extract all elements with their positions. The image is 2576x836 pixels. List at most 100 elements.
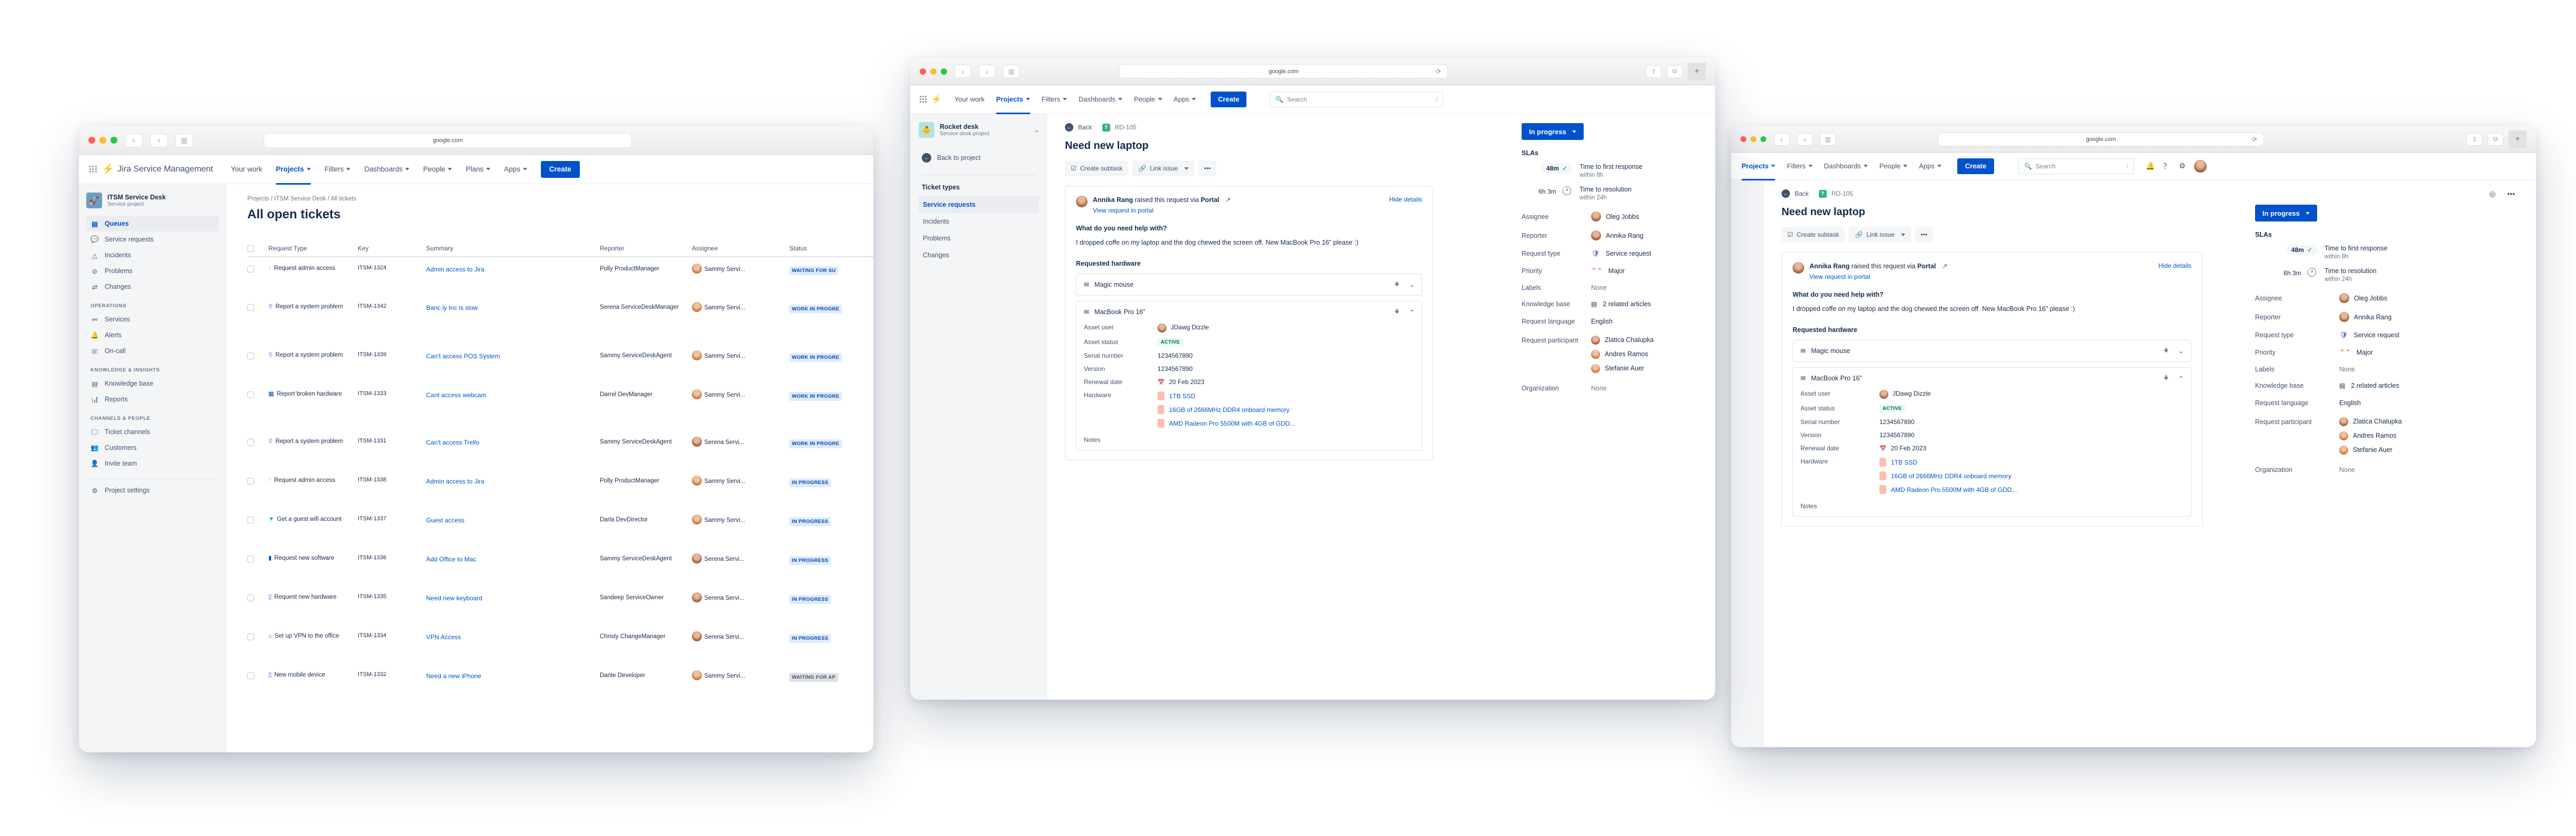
avatar[interactable]: [2193, 159, 2207, 173]
field-value[interactable]: 2 related articles: [2351, 382, 2399, 389]
sidebar-item-incidents[interactable]: △ Incidents: [86, 247, 219, 263]
cell-summary[interactable]: Admin access to Jira: [426, 257, 600, 296]
nav-item-apps[interactable]: Apps: [1174, 95, 1196, 103]
minimize-window-button[interactable]: [1750, 136, 1756, 142]
cell-key[interactable]: ITSM-1331: [358, 430, 426, 469]
summary-link[interactable]: Guest access: [426, 517, 465, 524]
table-row[interactable]: ↑ Request admin access ITSM-1338 Admin ac…: [247, 469, 873, 508]
nav-item-projects[interactable]: Projects: [1742, 153, 1776, 180]
minimize-window-button[interactable]: [930, 68, 937, 75]
address-bar[interactable]: google.com ⟳: [1119, 64, 1448, 78]
cell-summary[interactable]: Admin access to Jira: [426, 469, 600, 508]
row-checkbox-cell[interactable]: [247, 430, 268, 469]
sidebar-item-on-call[interactable]: ☏ On-call: [86, 343, 219, 359]
create-subtask-button[interactable]: ☑ Create subtask: [1065, 160, 1129, 176]
nav-item-your-work[interactable]: Your work: [954, 95, 984, 103]
nav-item-dashboards[interactable]: Dashboards: [1079, 95, 1123, 103]
asset-card-macbook-pro[interactable]: ✉ MacBook Pro 16” ⚘ ⌃ Asset user JDawg D…: [1076, 301, 1422, 451]
cell-summary[interactable]: Banc.ly Inc is slow: [426, 296, 600, 344]
view-request-in-portal-link[interactable]: View request in portal: [1809, 273, 2153, 280]
asset-card-macbook-pro[interactable]: ✉ MacBook Pro 16” ⚘ ⌃ Asset user JDawg D…: [1793, 367, 2191, 517]
hardware-label[interactable]: AMD Radeon Pro 5500M with 4GB of GDD...: [1891, 486, 2017, 493]
hardware-item[interactable]: AMD Radeon Pro 5500M with 4GB of GDD...: [1879, 485, 2017, 495]
chevron-up-icon[interactable]: ⌃: [2179, 375, 2183, 382]
row-checkbox-cell[interactable]: [247, 508, 268, 547]
participant-item[interactable]: Zlatica Chalupka: [1591, 335, 1654, 345]
summary-link[interactable]: VPN Access: [426, 633, 461, 641]
summary-link[interactable]: Add Office to Mac: [426, 556, 476, 563]
cell-summary[interactable]: Add Office to Mac: [426, 547, 600, 586]
forward-nav-button[interactable]: ›: [979, 65, 995, 78]
tabs-overview-icon[interactable]: ⧉: [1667, 65, 1683, 78]
sidebar-item-incidents[interactable]: Incidents: [919, 213, 1039, 230]
row-checkbox-cell[interactable]: [247, 469, 268, 508]
sidebar-item-problems[interactable]: ⊘ Problems: [86, 263, 219, 279]
cell-key[interactable]: ITSM-1342: [358, 296, 426, 344]
participant-item[interactable]: Andres Ramos: [1591, 349, 1654, 359]
field-value[interactable]: None: [1591, 284, 1607, 291]
asset-card-magic-mouse[interactable]: ✉ Magic mouse ⚘ ⌄: [1076, 274, 1422, 296]
row-checkbox-cell[interactable]: [247, 547, 268, 586]
link-issue-button[interactable]: 🔗 Link issue: [1132, 160, 1194, 176]
table-row[interactable]: ↑ Request admin access ITSM-1324 Admin ac…: [247, 257, 873, 296]
forward-nav-button[interactable]: ›: [1797, 133, 1813, 146]
hardware-item[interactable]: 1TB SSD: [1879, 458, 2017, 467]
maximize-window-button[interactable]: [1760, 136, 1766, 142]
search-input[interactable]: 🔍 Search /: [2018, 158, 2134, 174]
back-nav-button[interactable]: ‹: [1774, 133, 1789, 146]
asset-graph-icon[interactable]: ⚘: [1394, 308, 1400, 316]
sidebar-item-ticket-channels[interactable]: 🖵 Ticket channels: [86, 424, 219, 440]
row-checkbox[interactable]: [247, 266, 254, 273]
back-arrow-icon[interactable]: ←: [1782, 189, 1790, 198]
row-checkbox[interactable]: [247, 633, 254, 640]
hardware-item[interactable]: 16GB of 2666MHz DDR4 onboard memory: [1879, 471, 2017, 481]
cell-key[interactable]: ITSM-1339: [358, 344, 426, 383]
app-switcher-icon[interactable]: [89, 165, 97, 173]
select-all-checkbox[interactable]: [247, 245, 254, 252]
row-checkbox[interactable]: [247, 517, 254, 523]
table-row[interactable]: ⚲ Report a system problem ITSM-1331 Can't…: [247, 430, 873, 469]
field-value[interactable]: Annika Rang: [1606, 232, 1644, 239]
back-to-project-button[interactable]: ← Back to project: [919, 149, 1039, 166]
asset-card-magic-mouse[interactable]: ✉ Magic mouse ⚘ ⌄: [1793, 340, 2191, 362]
col-request-type[interactable]: Request Type: [268, 240, 358, 257]
tabs-overview-icon[interactable]: ⧉: [2488, 133, 2503, 146]
nav-item-dashboards[interactable]: Dashboards: [1824, 162, 1868, 170]
table-row[interactable]: ⚲ Report a system problem ITSM-1339 Can't…: [247, 344, 873, 383]
field-value[interactable]: Major: [1608, 267, 1625, 275]
nav-item-filters[interactable]: Filters: [1787, 162, 1813, 170]
summary-link[interactable]: Need new keyboard: [426, 595, 482, 602]
field-value[interactable]: None: [2339, 466, 2355, 474]
create-button[interactable]: Create: [540, 160, 580, 178]
sidebar-item-problems[interactable]: Problems: [919, 230, 1039, 247]
sidebar-toggle-icon[interactable]: ▥: [1820, 133, 1836, 146]
cell-key[interactable]: ITSM-1333: [358, 383, 426, 430]
create-button[interactable]: Create: [1957, 158, 1994, 174]
sidebar-item-knowledge-base[interactable]: ▤ Knowledge base: [86, 376, 219, 391]
forward-nav-button[interactable]: ›: [150, 133, 168, 147]
hardware-label[interactable]: 1TB SSD: [1891, 459, 1917, 466]
hardware-label[interactable]: 16GB of 2666MHz DDR4 onboard memory: [1169, 406, 1290, 414]
hardware-label[interactable]: 16GB of 2666MHz DDR4 onboard memory: [1891, 472, 2011, 480]
nav-item-your-work[interactable]: Your work: [231, 165, 263, 173]
col-key[interactable]: Key: [358, 240, 426, 257]
col-summary[interactable]: Summary: [426, 240, 600, 257]
nav-item-filters[interactable]: Filters: [1042, 95, 1067, 103]
cell-summary[interactable]: Need a new iPhone: [426, 664, 600, 703]
view-request-in-portal-link[interactable]: View request in portal: [1093, 207, 1384, 214]
select-all-header[interactable]: [247, 240, 268, 257]
row-checkbox-cell[interactable]: [247, 344, 268, 383]
cell-summary[interactable]: VPN Access: [426, 625, 600, 664]
field-value[interactable]: Service request: [1606, 250, 1652, 257]
back-nav-button[interactable]: ‹: [125, 133, 143, 147]
chevron-down-icon[interactable]: ⌄: [1410, 281, 1414, 288]
table-row[interactable]: ▦ Report broken hardware ITSM-1333 Cant a…: [247, 383, 873, 430]
table-row[interactable]: ▯ New mobile device ITSM-1332 Need a new …: [247, 664, 873, 703]
participant-item[interactable]: Zlatica Chalupka: [2339, 417, 2402, 426]
notifications-icon[interactable]: 🔔: [2146, 162, 2155, 170]
sidebar-item-alerts[interactable]: 🔔 Alerts: [86, 327, 219, 343]
asset-graph-icon[interactable]: ⚘: [2163, 347, 2169, 355]
cell-summary[interactable]: Cant access webcam: [426, 383, 600, 430]
open-external-icon[interactable]: ↗: [1942, 263, 1947, 270]
sidebar-item-invite-team[interactable]: 👤 Invite team: [86, 456, 219, 471]
